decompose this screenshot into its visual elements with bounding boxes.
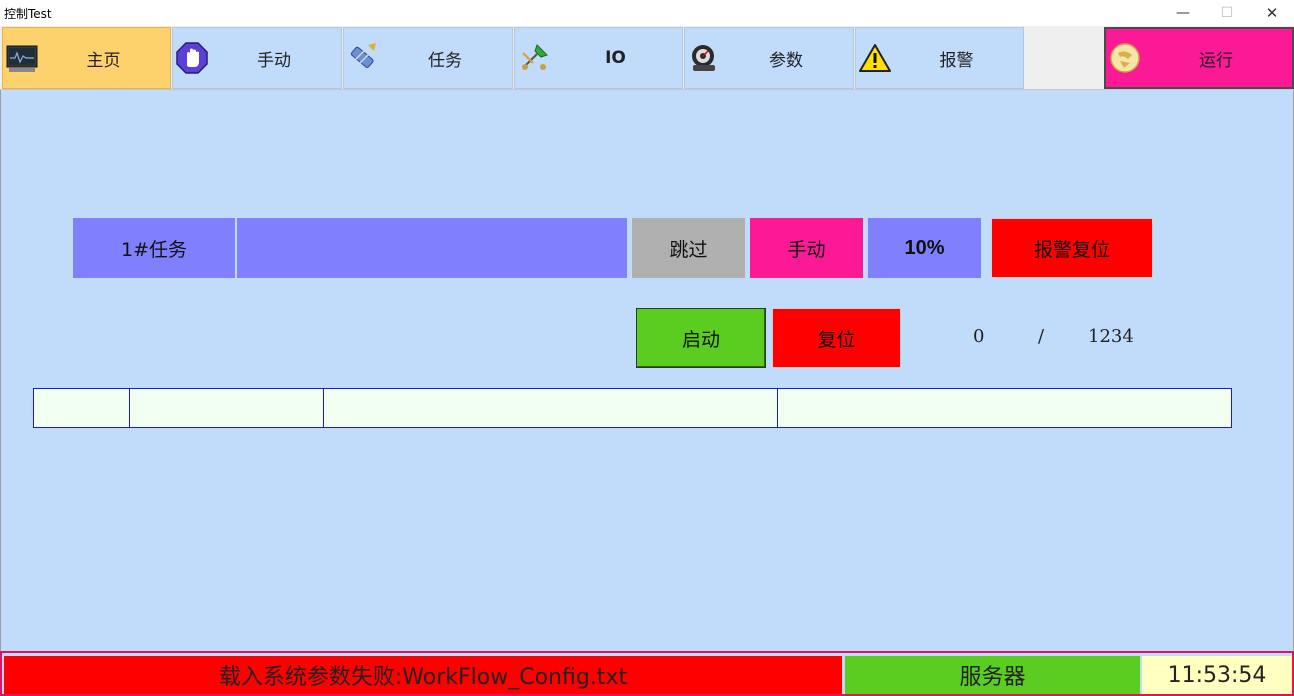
start-button[interactable]: 启动 xyxy=(636,308,766,368)
nav-bar: 主页 手动 任务 IO 参数 报警 运行 xyxy=(0,26,1294,90)
reset-button[interactable]: 复位 xyxy=(772,308,901,368)
alarm-reset-button[interactable]: 报警复位 xyxy=(991,218,1153,278)
nav-manual-label: 手动 xyxy=(257,50,291,71)
minimize-button[interactable]: — xyxy=(1160,0,1206,26)
task-name-label: 1#任务 xyxy=(73,218,235,278)
clock-time: 11:53:54 xyxy=(1142,656,1292,694)
gear-gauge-icon xyxy=(692,45,715,71)
nav-io-button[interactable]: IO xyxy=(514,27,683,89)
task-table-row xyxy=(33,388,1232,428)
mode-manual-button[interactable]: 手动 xyxy=(750,218,863,278)
monitor-icon xyxy=(6,45,38,72)
server-status: 服务器 xyxy=(845,656,1140,694)
status-bar: 载入系统参数失败:WorkFlow_Config.txt 服务器 11:53:5… xyxy=(0,651,1294,696)
connector-icon xyxy=(522,44,548,70)
main-panel: 1#任务 跳过 手动 10% 报警复位 启动 复位 0 / 1234 xyxy=(0,90,1294,651)
hand-stop-icon xyxy=(176,42,208,74)
nav-io-label: IO xyxy=(605,48,626,68)
maximize-button[interactable]: ☐ xyxy=(1204,0,1250,26)
nav-params-label: 参数 xyxy=(769,50,803,71)
count-separator: / xyxy=(1038,326,1045,347)
window-titlebar: 控制Test — ☐ ✕ xyxy=(0,0,1294,26)
nav-manual-button[interactable]: 手动 xyxy=(172,27,342,89)
minimize-icon: — xyxy=(1176,5,1190,21)
table-cell xyxy=(324,389,778,427)
speed-percent-button[interactable]: 10% xyxy=(868,218,981,278)
skip-button[interactable]: 跳过 xyxy=(632,218,745,278)
nav-alarm-button[interactable]: 报警 xyxy=(855,27,1024,89)
nav-home-button[interactable]: 主页 xyxy=(2,27,171,89)
run-button[interactable]: 运行 xyxy=(1104,27,1294,89)
count-current: 0 xyxy=(973,326,985,347)
table-cell xyxy=(130,389,324,427)
nav-alarm-label: 报警 xyxy=(939,50,974,71)
table-cell xyxy=(34,389,130,427)
count-total: 1234 xyxy=(1088,326,1134,347)
run-icon xyxy=(1110,43,1140,73)
nav-home-label: 主页 xyxy=(86,50,121,71)
close-icon: ✕ xyxy=(1265,4,1279,22)
run-label: 运行 xyxy=(1199,50,1233,71)
maximize-icon: ☐ xyxy=(1220,5,1234,21)
nav-task-button[interactable]: 任务 xyxy=(343,27,513,89)
status-message: 载入系统参数失败:WorkFlow_Config.txt xyxy=(4,656,842,694)
task-progress-bar xyxy=(237,218,627,278)
window-title: 控制Test xyxy=(4,7,52,21)
nav-params-button[interactable]: 参数 xyxy=(684,27,854,89)
warning-icon xyxy=(859,44,891,72)
close-button[interactable]: ✕ xyxy=(1249,0,1294,26)
nav-task-label: 任务 xyxy=(428,50,462,71)
brush-icon xyxy=(350,43,376,68)
table-cell xyxy=(778,389,1231,427)
